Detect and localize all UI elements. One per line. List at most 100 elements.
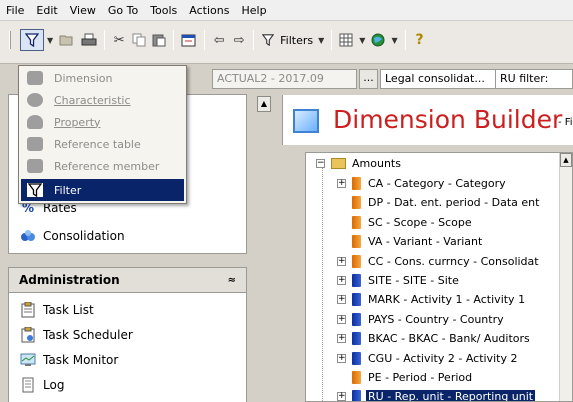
toolbar-grip [0, 29, 20, 51]
tree-node[interactable]: + SITE - SITE - Site [337, 271, 461, 290]
orange-dimension-icon [352, 235, 361, 249]
menu-item-reference-table[interactable]: Reference table [21, 134, 184, 154]
blue-dimension-icon [352, 351, 361, 365]
expand-toggle[interactable]: + [337, 295, 346, 305]
log-label: Log [43, 378, 65, 392]
tree-node-label: PAYS - Country - Country [368, 312, 504, 326]
forward-icon[interactable]: ⇨ [229, 29, 249, 51]
collapse-toggle[interactable]: − [316, 159, 325, 168]
menu-item-characteristic-label: Characteristic [54, 93, 131, 107]
tree-node[interactable]: DP - Dat. ent. period - Data ent [337, 193, 541, 212]
print-icon[interactable] [78, 29, 100, 51]
task-list-item[interactable]: Task List [19, 300, 94, 320]
orange-dimension-icon [352, 371, 361, 384]
consolidation-field[interactable]: Legal consolidat... [380, 69, 496, 89]
collapse-panel-button[interactable]: ▲ [257, 96, 271, 112]
tree-node[interactable]: + CC - Cons. currncy - Consolidat [337, 252, 541, 271]
filters-dropdown-caret[interactable]: ▼ [315, 36, 327, 45]
dimension-cube-icon [293, 109, 319, 133]
globe-icon[interactable] [368, 29, 388, 51]
tree-node[interactable]: VA - Variant - Variant [337, 232, 484, 251]
new-filter-icon[interactable] [20, 29, 44, 51]
task-monitor-icon [19, 352, 37, 368]
blue-dimension-icon [352, 312, 361, 326]
copy-icon[interactable] [129, 29, 149, 51]
toolbar: ▼ ✂ ⇦ ⇨ Filters ▼ ▼ ▼ ? [0, 21, 573, 64]
page-subtitle: - Filt [558, 117, 573, 128]
menu-item-property[interactable]: Property [21, 112, 184, 132]
administration-header[interactable]: Administration ≈ [8, 267, 247, 293]
menu-actions[interactable]: Actions [183, 0, 235, 21]
blue-dimension-icon [352, 332, 361, 346]
menu-tools[interactable]: Tools [144, 0, 183, 21]
task-monitor-label: Task Monitor [43, 353, 119, 367]
menu-goto[interactable]: Go To [102, 0, 144, 21]
globe-dropdown-caret[interactable]: ▼ [388, 36, 400, 45]
toolbar-row: ▼ ✂ ⇦ ⇨ Filters ▼ ▼ ▼ ? [0, 26, 430, 54]
expand-toggle[interactable]: + [337, 256, 346, 266]
filters-label[interactable]: Filters [278, 34, 315, 47]
tree-node[interactable]: + CGU - Activity 2 - Activity 2 [337, 349, 519, 368]
tree-scrollbar[interactable]: ▲ [559, 153, 572, 401]
filters-icon[interactable] [258, 29, 278, 51]
task-monitor-item[interactable]: Task Monitor [19, 350, 118, 370]
page-title: Dimension Builder [333, 105, 563, 134]
orange-dimension-icon [352, 177, 361, 190]
blue-dimension-icon [352, 274, 361, 287]
menu-item-filter[interactable]: Filter [21, 179, 184, 201]
consolidation-label: Consolidation [43, 229, 125, 243]
expand-toggle[interactable]: + [337, 179, 346, 188]
menu-item-characteristic[interactable]: Characteristic [21, 90, 184, 110]
task-scheduler-item[interactable]: Task Scheduler [19, 325, 133, 345]
tree-node[interactable]: + RU - Rep. unit - Reporting unit [337, 387, 536, 401]
tree-node[interactable]: + BKAC - BKAC - Bank/ Auditors [337, 329, 532, 348]
consolidation-item[interactable]: Consolidation [19, 226, 125, 246]
menu-help[interactable]: Help [235, 0, 272, 21]
scroll-up-arrow-icon[interactable]: ▲ [560, 153, 572, 167]
collapse-chevron-icon[interactable]: ≈ [228, 275, 236, 286]
open-folder-icon[interactable] [56, 29, 78, 51]
menu-edit[interactable]: Edit [30, 0, 63, 21]
paste-icon[interactable] [149, 29, 169, 51]
toolbar-separator [104, 30, 106, 50]
orange-dimension-icon [352, 254, 361, 268]
tree-node[interactable]: + CA - Category - Category [337, 174, 508, 193]
task-scheduler-label: Task Scheduler [43, 328, 133, 342]
menu-item-dimension[interactable]: Dimension [21, 68, 184, 88]
menu-view[interactable]: View [64, 0, 102, 21]
category-browse-button[interactable]: ... [359, 69, 378, 89]
orange-dimension-icon [352, 196, 361, 210]
expand-toggle[interactable]: + [337, 276, 346, 285]
dimension-builder-header: Dimension Builder - Filt [282, 95, 573, 145]
log-icon [19, 377, 37, 393]
grid-view-icon[interactable] [336, 29, 356, 51]
tree-node[interactable]: + PAYS - Country - Country [337, 310, 506, 329]
tree-node[interactable]: SC - Scope - Scope [337, 213, 474, 232]
expand-toggle[interactable]: + [337, 392, 346, 401]
expand-toggle[interactable]: + [337, 314, 346, 324]
tree-root[interactable]: − Amounts [316, 154, 403, 173]
orange-dimension-icon [352, 215, 361, 229]
blue-dimension-icon [352, 390, 361, 401]
tree-guide-line [322, 161, 323, 401]
help-icon[interactable]: ? [410, 29, 430, 51]
back-icon[interactable]: ⇦ [209, 29, 229, 51]
tree-node[interactable]: + MARK - Activity 1 - Activity 1 [337, 290, 527, 309]
menu-file[interactable]: File [0, 0, 30, 21]
dimension-tree: − Amounts + CA - Category - Category DP - … [305, 152, 573, 402]
log-item[interactable]: Log [19, 375, 64, 395]
grid-dropdown-caret[interactable]: ▼ [356, 36, 368, 45]
blue-dimension-icon [352, 293, 361, 307]
reference-member-icon [27, 159, 43, 173]
tree-root-label: Amounts [352, 157, 401, 170]
expand-toggle[interactable]: + [337, 334, 346, 344]
new-dropdown-caret[interactable]: ▼ [44, 36, 56, 45]
cut-icon[interactable]: ✂ [109, 29, 129, 51]
expand-toggle[interactable]: + [337, 353, 346, 363]
tree-node-label: MARK - Activity 1 - Activity 1 [368, 293, 526, 307]
properties-icon[interactable] [178, 29, 200, 51]
category-field[interactable]: ACTUAL2 - 2017.09 [212, 69, 357, 89]
tree-node-label: DP - Dat. ent. period - Data ent [368, 196, 540, 210]
tree-node[interactable]: PE - Period - Period [337, 368, 474, 387]
menu-item-reference-member[interactable]: Reference member [21, 156, 184, 176]
